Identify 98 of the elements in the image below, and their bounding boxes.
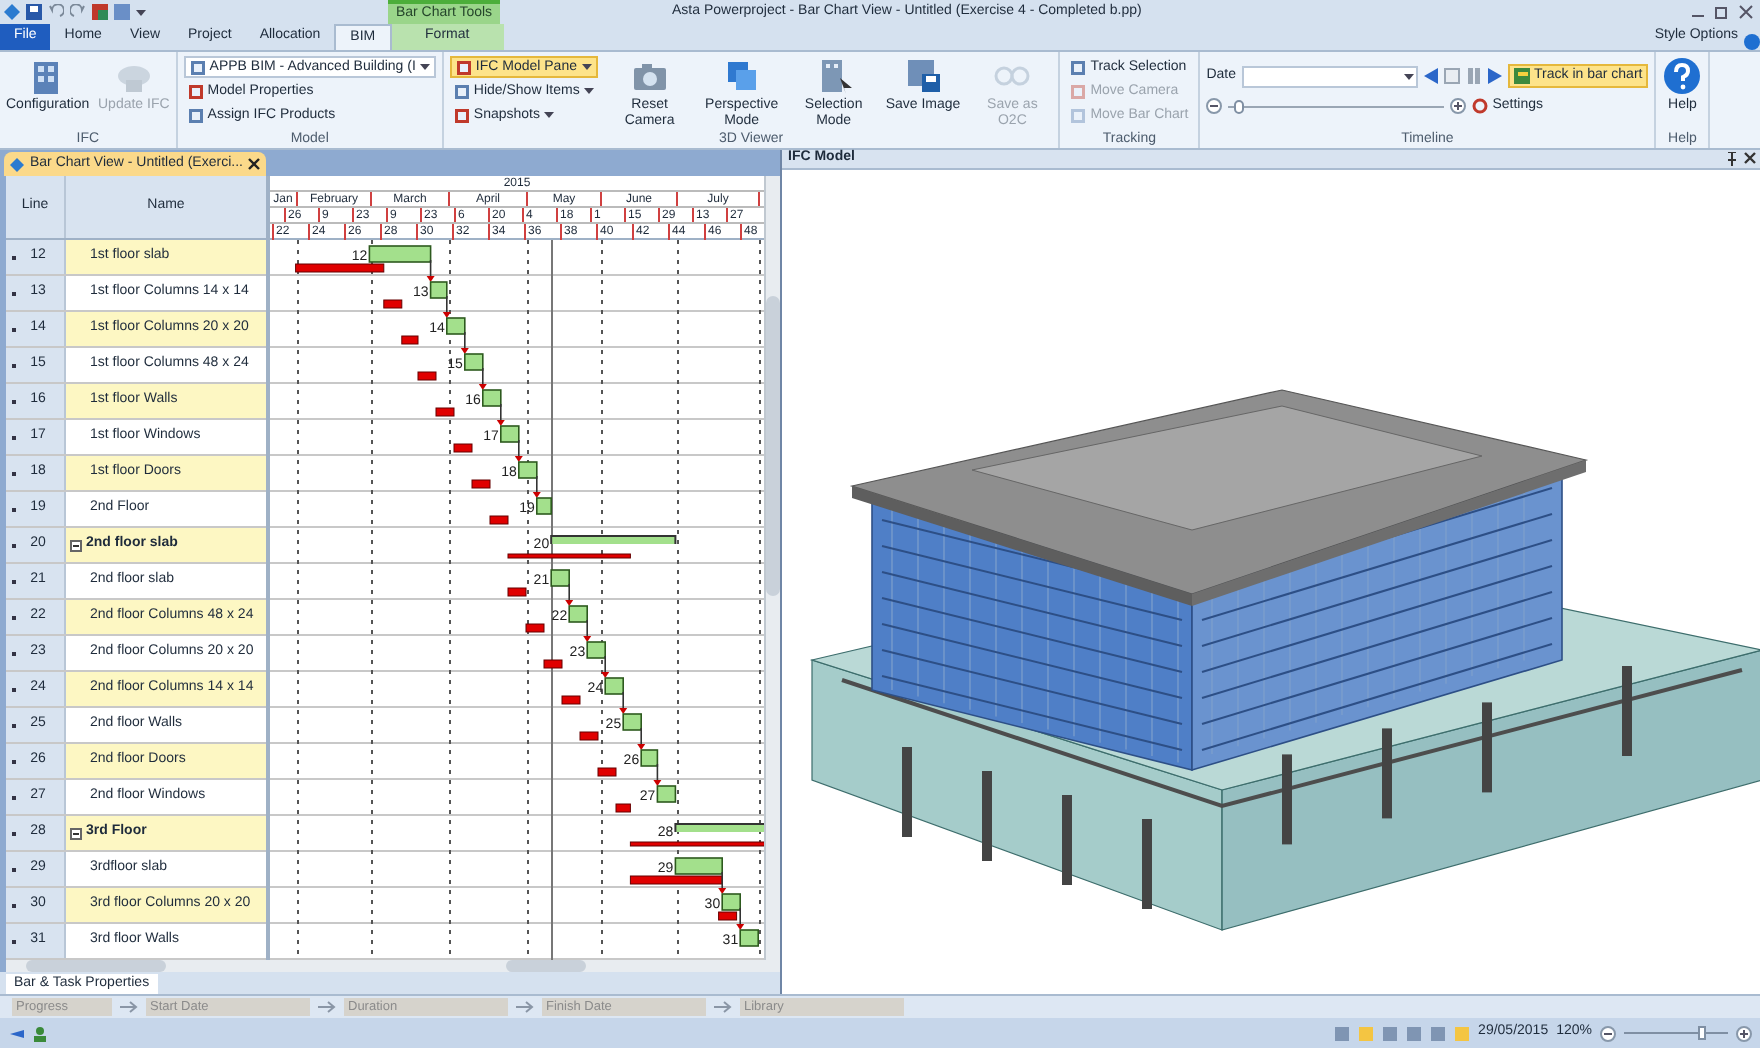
task-bar xyxy=(482,389,502,407)
close-icon xyxy=(1744,152,1756,164)
zoom-out-icon xyxy=(1206,98,1223,115)
app-logo-icon xyxy=(4,4,20,20)
caret-icon xyxy=(583,86,594,96)
summary-bar xyxy=(674,823,768,833)
task-bar xyxy=(536,497,552,515)
baseline-bar xyxy=(543,659,563,669)
baseline-bar xyxy=(435,407,455,417)
task-bar xyxy=(518,461,538,479)
baseline-bar xyxy=(489,515,509,525)
app-logo-icon xyxy=(10,157,24,171)
play-back-icon xyxy=(1424,68,1439,84)
task-bar xyxy=(640,749,659,767)
help-icon xyxy=(1744,34,1760,50)
caret-icon xyxy=(1404,71,1415,81)
slider-thumb[interactable] xyxy=(1234,99,1245,114)
baseline-bar xyxy=(525,623,545,633)
dependency-arrow xyxy=(514,439,523,462)
dependency-arrow xyxy=(601,655,610,678)
dependency-arrow xyxy=(478,367,487,390)
baseline-bar xyxy=(629,875,723,885)
caret-icon xyxy=(544,110,554,120)
zoom-out-icon xyxy=(1600,1025,1616,1041)
caret-icon xyxy=(419,62,430,72)
pin-icon xyxy=(1726,152,1738,166)
dependency-arrow xyxy=(637,727,646,750)
save-image-icon xyxy=(903,56,943,96)
task-bar xyxy=(446,317,466,335)
task-bar xyxy=(721,893,741,911)
collapse-icon[interactable] xyxy=(70,827,82,839)
baseline-bar xyxy=(471,479,491,489)
task-bar xyxy=(622,713,642,731)
baseline-bar xyxy=(507,587,527,597)
date-field[interactable] xyxy=(1242,65,1419,87)
play-icon xyxy=(1488,68,1503,84)
task-bar xyxy=(500,425,520,443)
baseline-bar xyxy=(295,263,385,273)
baseline-bar xyxy=(507,553,631,559)
dependency-arrow xyxy=(583,619,592,642)
baseline-bar xyxy=(615,803,631,813)
dependency-arrow xyxy=(619,691,628,714)
scrollbar-thumb[interactable] xyxy=(506,960,586,972)
dependency-arrow xyxy=(426,259,435,282)
arrow-icon xyxy=(516,1000,536,1014)
dependency-arrow xyxy=(653,763,662,786)
stop-icon xyxy=(1444,68,1461,84)
undo-icon xyxy=(48,4,64,20)
redo-icon xyxy=(70,4,86,20)
task-bar xyxy=(674,857,723,875)
zoom-in-icon xyxy=(1736,1025,1752,1041)
close-icon xyxy=(248,158,261,170)
user-icon xyxy=(32,1025,48,1041)
task-bar xyxy=(586,641,606,659)
dependency-arrow xyxy=(565,583,574,606)
baseline-bar xyxy=(453,443,473,453)
task-bar xyxy=(568,605,588,623)
task-bar xyxy=(656,785,677,803)
summary-bar xyxy=(550,535,677,545)
arrow-icon xyxy=(714,1000,734,1014)
baseline-bar xyxy=(383,299,403,309)
restore-icon xyxy=(1714,4,1730,20)
settings-icon xyxy=(1472,98,1489,115)
task-bar xyxy=(550,569,570,587)
pause-icon xyxy=(1466,68,1483,84)
slider-thumb[interactable] xyxy=(1698,1026,1707,1040)
task-bar xyxy=(368,245,432,263)
dependency-arrow xyxy=(442,295,451,318)
close-icon xyxy=(1738,4,1754,20)
baseline-bar xyxy=(417,371,437,381)
dependency-arrow xyxy=(736,907,745,930)
dependency-arrow xyxy=(532,475,541,498)
dependency-arrow xyxy=(496,403,505,426)
arrow-icon xyxy=(120,1000,140,1014)
zoom-in-icon xyxy=(1450,98,1467,115)
help-icon xyxy=(1662,56,1703,96)
caret-icon xyxy=(581,62,591,72)
task-bar xyxy=(464,353,484,371)
arrow-icon xyxy=(318,1000,338,1014)
baseline-bar xyxy=(561,695,581,705)
caret-icon xyxy=(136,7,146,17)
collapse-icon[interactable] xyxy=(70,539,82,551)
scrollbar-thumb[interactable] xyxy=(26,960,166,972)
task-bar xyxy=(739,929,759,947)
save-icon xyxy=(26,4,42,20)
task-bar xyxy=(429,281,448,299)
dependency-arrow xyxy=(718,871,727,894)
baseline-bar xyxy=(629,841,768,847)
scrollbar-thumb[interactable] xyxy=(766,296,780,596)
baseline-bar xyxy=(401,335,419,345)
baseline-bar xyxy=(718,911,738,921)
baseline-bar xyxy=(579,731,599,741)
dependency-arrow xyxy=(460,331,469,354)
timeline-slider[interactable] xyxy=(1228,99,1445,114)
baseline-bar xyxy=(597,767,617,777)
task-bar xyxy=(604,677,624,695)
back-icon xyxy=(8,1025,24,1041)
zoom-slider[interactable] xyxy=(1624,1026,1728,1040)
